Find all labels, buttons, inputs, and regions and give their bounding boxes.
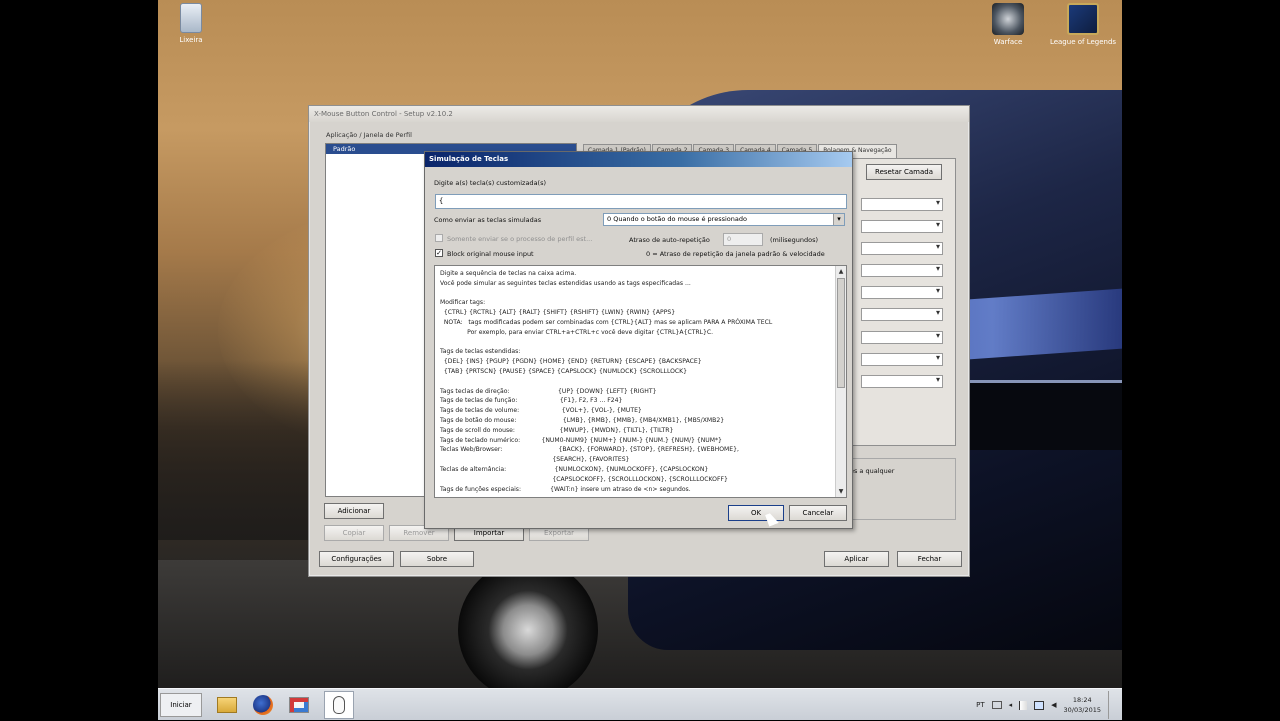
taskbar-xmouse[interactable] [324,691,354,719]
help-line: {DEL} {INS} {PGUP} {PGDN} {HOME} {END} {… [440,358,702,366]
language-indicator[interactable]: PT [976,701,985,709]
send-mode-label: Como enviar as teclas simuladas [434,216,542,224]
help-line [440,289,830,299]
help-text: Digite a sequência de teclas na caixa ac… [435,266,846,497]
scroll-thumb[interactable] [837,278,845,388]
apply-button[interactable]: Aplicar [824,551,889,567]
close-button[interactable]: Fechar [897,551,962,567]
cancel-button[interactable]: Cancelar [789,505,847,521]
send-mode-select[interactable]: 0 Quando o botão do mouse é pressionado … [603,213,845,226]
keyboard-icon[interactable] [991,701,1002,709]
help-line: Teclas de alternância: {NUMLOCKON}, {NUM… [440,465,709,473]
explorer-icon [217,697,237,713]
desktop-icon-warface[interactable]: Warface [973,3,1043,46]
keys-input[interactable]: { [435,194,847,209]
help-line: Tags de teclas de função: {F1}, F2, F3 .… [440,397,623,405]
keys-label: Digite a(s) tecla(s) customizada(s) [434,179,547,187]
add-button[interactable]: Adicionar [324,503,384,519]
wallpaper-wheel [458,560,598,700]
action-dropdown-2[interactable] [861,220,943,233]
action-dropdown-5[interactable] [861,286,943,299]
help-line: Tags de botão do mouse: {LMB}, {RMB}, {M… [440,416,725,424]
taskbar-explorer[interactable] [212,691,242,719]
help-line: Tags de scroll do mouse: {MWUP}, {MWDN},… [440,426,674,434]
help-line: {TAB} {PRTSCN} {PAUSE} {SPACE} {CAPSLOCK… [440,367,688,375]
network-icon[interactable] [1034,700,1045,710]
help-scrollbar[interactable]: ▲ ▼ [835,266,846,497]
window-title: X-Mouse Button Control - Setup v2.10.2 [309,106,969,122]
paint-icon [289,697,309,713]
system-tray: PT ◂ ◀ 18:24 30/03/2015 [976,689,1116,721]
copy-button[interactable]: Copiar [324,525,384,541]
show-desktop-button[interactable] [1108,691,1116,719]
desktop-icon-label: League of Legends [1049,38,1117,46]
volume-icon[interactable]: ◀ [1051,701,1056,709]
block-input-checkbox[interactable]: ✓ [435,249,443,257]
repeat-delay-spinner[interactable]: 0 [723,233,763,246]
firefox-icon [253,695,273,715]
help-line: Você pode simular as seguintes teclas es… [440,279,691,287]
key-simulation-dialog: Simulação de Teclas Digite a(s) tecla(s)… [424,151,853,529]
scroll-up-icon[interactable]: ▲ [836,266,846,277]
help-line: Teclas Web/Browser: {BACK}, {FORWARD}, {… [440,446,739,454]
recycle-bin-icon [180,3,202,33]
start-button[interactable]: Iniciar [160,693,202,717]
help-line [440,338,830,348]
about-button[interactable]: Sobre [400,551,474,567]
process-only-label: Somente enviar se o processo de perfil e… [447,235,593,243]
help-line: NOTA: tags modificadas podem ser combina… [440,318,773,326]
help-line: Tags de teclado numérico: {NUM0-NUM9} {N… [440,436,722,444]
help-line: Tags de teclas de volume: {VOL+}, {VOL-}… [440,407,642,415]
help-line: Tags de teclas estendidas: [440,348,521,356]
help-line [440,377,830,387]
help-textbox[interactable]: Digite a sequência de teclas na caixa ac… [434,265,847,498]
repeat-hint: 0 = Atraso de repetição da janela padrão… [646,250,825,258]
dialog-title: Simulação de Teclas [425,152,852,167]
help-line: Por exemplo, para enviar CTRL+a+CTRL+c v… [440,328,714,336]
action-dropdown-1[interactable] [861,198,943,211]
action-dropdown-3[interactable] [861,242,943,255]
repeat-unit-label: (milisegundos) [770,236,819,244]
action-dropdown-4[interactable] [861,264,943,277]
reset-layer-button[interactable]: Resetar Camada [866,164,942,180]
help-line: {CTRL} {RCTRL} {ALT} {RALT} {SHIFT} {RSH… [440,309,676,317]
help-line: {CAPSLOCKOFF}, {SCROLLLOCKON}, {SCROLLLO… [440,475,728,483]
taskbar: Iniciar PT ◂ ◀ 18:24 30/03/2015 [158,688,1122,720]
xmouse-icon [333,696,345,714]
process-only-checkbox[interactable] [435,234,443,242]
desktop-icon-label: Lixeira [179,36,203,44]
chevron-down-icon[interactable]: ▾ [833,214,844,225]
start-label: Iniciar [170,701,192,709]
league-of-legends-icon [1067,3,1099,35]
warface-icon [992,3,1024,35]
send-mode-value: 0 Quando o botão do mouse é pressionado [607,215,747,223]
taskbar-firefox[interactable] [248,691,278,719]
options-partial-text: ões a qualquer [846,467,895,475]
action-dropdown-6[interactable] [861,308,943,321]
desktop-icon-league-of-legends[interactable]: League of Legends [1048,3,1118,46]
flag-icon[interactable] [1019,700,1028,710]
desktop-icon-recycle-bin[interactable]: Lixeira [158,3,226,44]
repeat-delay-label: Atraso de auto-repetição [629,236,710,244]
clock-time: 18:24 [1072,696,1092,704]
help-line: Digite a sequência de teclas na caixa ac… [440,270,577,277]
help-line: Modificar tags: [440,299,486,307]
help-line: {SEARCH}, {FAVORITES} [440,456,630,464]
scroll-down-icon[interactable]: ▼ [836,486,846,497]
tray-expand-icon[interactable]: ◂ [1009,701,1013,709]
settings-button[interactable]: Configurações [319,551,394,567]
desktop-icon-label: Warface [993,38,1023,46]
clock[interactable]: 18:24 30/03/2015 [1064,695,1101,715]
block-input-label: Block original mouse input [447,250,534,258]
help-line: Tags teclas de direção: {UP} {DOWN} {LEF… [440,387,657,395]
taskbar-paint[interactable] [284,691,314,719]
action-dropdown-9[interactable] [861,375,943,388]
help-line: Tags de funções especiais: {WAIT:n} inse… [440,485,691,493]
clock-date: 30/03/2015 [1063,706,1101,714]
profile-section-label: Aplicação / Janela de Perfil [326,131,412,139]
action-dropdown-7[interactable] [861,331,943,344]
action-dropdown-8[interactable] [861,353,943,366]
